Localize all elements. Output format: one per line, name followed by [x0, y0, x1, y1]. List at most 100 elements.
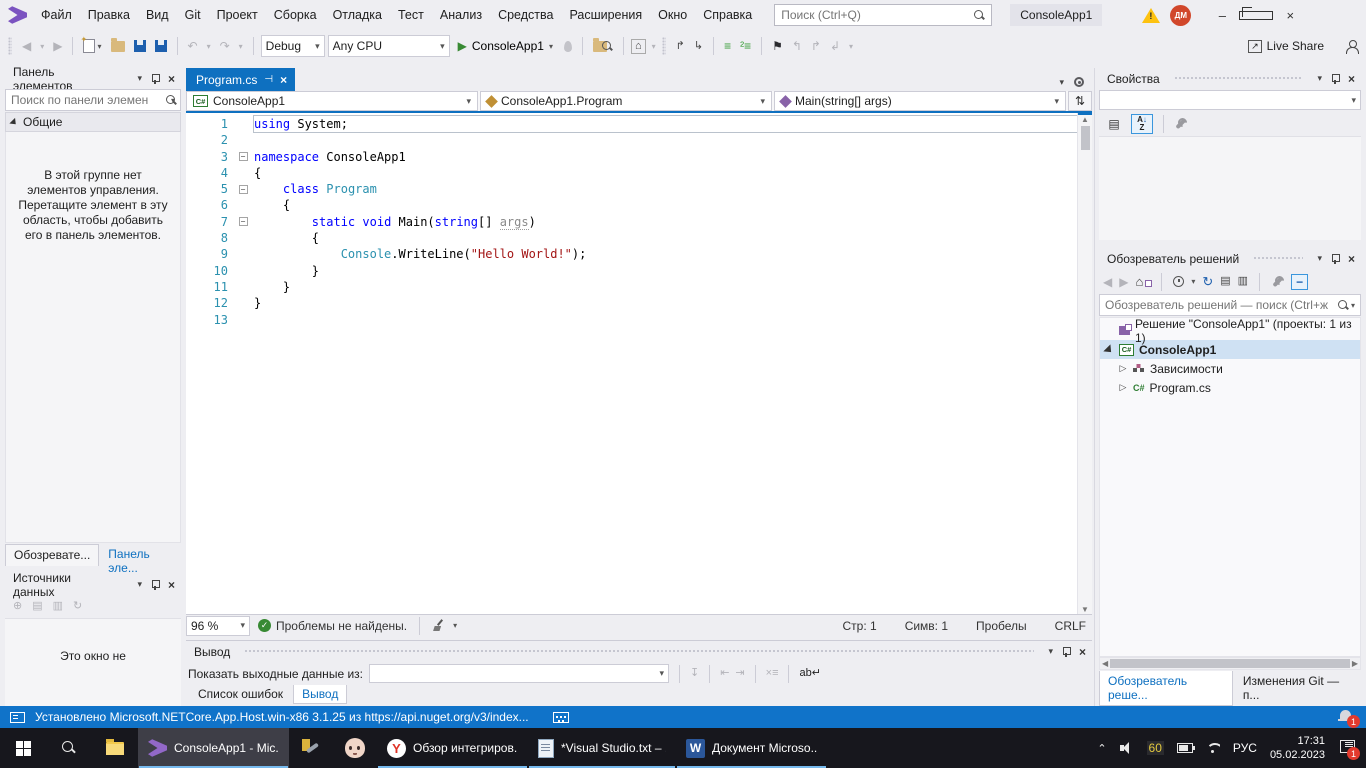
menu-git[interactable]: Git	[177, 4, 209, 26]
editor-vertical-scrollbar[interactable]: ▲ ▼	[1077, 113, 1092, 614]
collapsed-chevron-icon[interactable]: ▷	[1118, 363, 1128, 374]
output-menu-icon[interactable]: ▾	[1048, 647, 1053, 656]
add-participant-icon[interactable]	[1345, 40, 1358, 53]
data-sources-pin-icon[interactable]	[150, 579, 160, 590]
refresh-data-source-icon[interactable]: ↻	[73, 601, 82, 612]
scrollbar-thumb[interactable]	[1081, 126, 1090, 150]
word-wrap-icon[interactable]: ab↵	[799, 668, 820, 679]
tree-row-dependencies[interactable]: ▷ Зависимости	[1100, 359, 1360, 378]
redo-icon[interactable]: ↷	[217, 37, 233, 55]
solution-explorer-pin-icon[interactable]	[1330, 253, 1340, 264]
tab-error-list[interactable]: Список ошибок	[190, 685, 291, 703]
new-file-icon[interactable]: ▾	[80, 37, 104, 55]
bookmark-icon[interactable]: ⚑	[769, 37, 786, 55]
tab-solution-explorer[interactable]: Обозреватель реше...	[1099, 671, 1233, 706]
keyboard-icon[interactable]	[553, 712, 569, 723]
navigate-forward-icon[interactable]: ▶	[50, 37, 65, 55]
properties-wrench-icon[interactable]	[1174, 117, 1187, 130]
toolbox-menu-icon[interactable]: ▾	[137, 74, 142, 83]
add-data-source-icon[interactable]: ⊕	[13, 601, 22, 612]
solution-platform-combo[interactable]: Any CPU▾	[328, 35, 450, 57]
toolbox-pin-icon[interactable]	[150, 73, 160, 84]
properties-object-combo[interactable]: ▾	[1099, 90, 1361, 110]
next-bookmark-icon[interactable]: ↱	[808, 37, 824, 55]
se-forward-icon[interactable]: ▶	[1119, 275, 1128, 289]
toolbox-search-box[interactable]: ▾	[5, 89, 181, 111]
toolbox-search-input[interactable]	[11, 93, 166, 107]
active-files-dropdown-icon[interactable]: ▾	[1059, 78, 1064, 87]
tab-toolbox[interactable]: Панель эле...	[100, 544, 181, 566]
save-icon[interactable]	[131, 38, 149, 54]
close-button[interactable]: ×	[1273, 6, 1307, 25]
nav-project-combo[interactable]: C# ConsoleApp1▾	[186, 91, 478, 111]
start-button[interactable]	[0, 728, 46, 768]
menu-build[interactable]: Сборка	[266, 4, 325, 26]
tray-expand-icon[interactable]: ⌃	[1097, 742, 1106, 755]
navigate-to-icon[interactable]: ↱	[673, 39, 688, 54]
se-horizontal-scrollbar[interactable]: ◀ ▶	[1099, 657, 1361, 670]
solution-search-input[interactable]	[1105, 298, 1338, 312]
undo-dropdown-icon[interactable]: ▾	[204, 40, 214, 53]
wifi-icon[interactable]	[1206, 743, 1220, 754]
collapse-all-icon[interactable]: ▤	[1220, 276, 1230, 287]
hot-reload-icon[interactable]	[561, 39, 575, 54]
tab-program-cs[interactable]: Program.cs ⊣ ×	[186, 68, 295, 91]
configure-data-source-icon[interactable]: ▥	[53, 601, 63, 612]
edit-data-source-icon[interactable]: ▤	[32, 601, 42, 612]
user-avatar[interactable]: ДМ	[1170, 5, 1191, 26]
menu-edit[interactable]: Правка	[80, 4, 138, 26]
clear-bookmarks-icon[interactable]: ↲	[827, 37, 843, 55]
bookmark-overflow-icon[interactable]: ▾	[846, 40, 856, 53]
keyboard-language[interactable]: РУС	[1233, 741, 1257, 755]
output-close-icon[interactable]: ×	[1079, 645, 1086, 659]
properties-pin-icon[interactable]	[1330, 73, 1340, 84]
status-whitespace-mode[interactable]: Пробелы	[976, 619, 1027, 633]
menu-view[interactable]: Вид	[138, 4, 177, 26]
menu-project[interactable]: Проект	[209, 4, 266, 26]
taskbar-app-yandex-browser[interactable]: Y Обзор интегриров...	[377, 728, 528, 768]
find-in-files-icon[interactable]	[590, 39, 616, 54]
warning-icon[interactable]: !	[1142, 8, 1160, 23]
zoom-combo[interactable]: 96 %▾	[186, 616, 250, 636]
taskbar-clock[interactable]: 17:31 05.02.2023	[1270, 734, 1325, 763]
undo-icon[interactable]: ↶	[185, 37, 201, 55]
file-explorer-button[interactable]	[92, 728, 138, 768]
tab-close-icon[interactable]: ×	[280, 73, 287, 87]
pending-changes-filter-icon[interactable]	[1173, 276, 1184, 287]
data-sources-menu-icon[interactable]: ▾	[137, 580, 142, 589]
taskbar-search-button[interactable]	[46, 728, 92, 768]
prev-bookmark-icon[interactable]: ↰	[789, 37, 805, 55]
taskbar-app-visual-studio[interactable]: ConsoleApp1 - Mic...	[138, 728, 289, 768]
toolbox-close-icon[interactable]: ×	[168, 72, 175, 86]
scroll-up-icon[interactable]: ▲	[1081, 115, 1089, 124]
output-source-combo[interactable]: ▾	[369, 664, 669, 683]
refresh-icon[interactable]: ↻	[1202, 274, 1213, 290]
taskbar-app-word[interactable]: W Документ Microso...	[676, 728, 827, 768]
filter-dropdown-icon[interactable]: ▾	[1191, 277, 1195, 286]
solution-explorer-close-icon[interactable]: ×	[1348, 252, 1355, 266]
notifications-button[interactable]: 1	[1338, 709, 1356, 725]
tree-row-solution[interactable]: Решение "ConsoleApp1" (проекты: 1 из 1)	[1100, 321, 1360, 340]
menu-help[interactable]: Справка	[695, 4, 760, 26]
back-dropdown-icon[interactable]: ▾	[37, 40, 47, 53]
menu-file[interactable]: Файл	[33, 4, 80, 26]
quick-search-input[interactable]	[781, 8, 974, 22]
taskbar-app-isaac[interactable]	[333, 728, 377, 768]
status-line-endings[interactable]: CRLF	[1055, 619, 1086, 633]
solution-search-box[interactable]: ▾	[1099, 294, 1361, 316]
minimize-button[interactable]: –	[1205, 6, 1239, 25]
code-lines[interactable]: 1using System;23−namespace ConsoleApp14{…	[186, 113, 1077, 614]
nav-member-combo[interactable]: Main(string[] args)▾	[774, 91, 1066, 111]
toolbar-overflow-icon[interactable]: ▾	[649, 40, 659, 53]
menu-tools[interactable]: Средства	[490, 4, 561, 26]
menu-debug[interactable]: Отладка	[325, 4, 390, 26]
save-all-icon[interactable]	[152, 38, 170, 54]
scroll-left-icon[interactable]: ◀	[1102, 659, 1108, 668]
open-file-icon[interactable]	[108, 39, 128, 54]
quick-search-box[interactable]	[774, 4, 992, 26]
se-back-icon[interactable]: ◀	[1103, 275, 1112, 289]
categorized-view-icon[interactable]: ▤	[1103, 114, 1125, 134]
tab-pin-icon[interactable]: ⊣	[264, 74, 273, 85]
decrease-indent-icon[interactable]: ≡	[721, 37, 734, 55]
expanded-chevron-icon[interactable]	[1104, 345, 1114, 355]
